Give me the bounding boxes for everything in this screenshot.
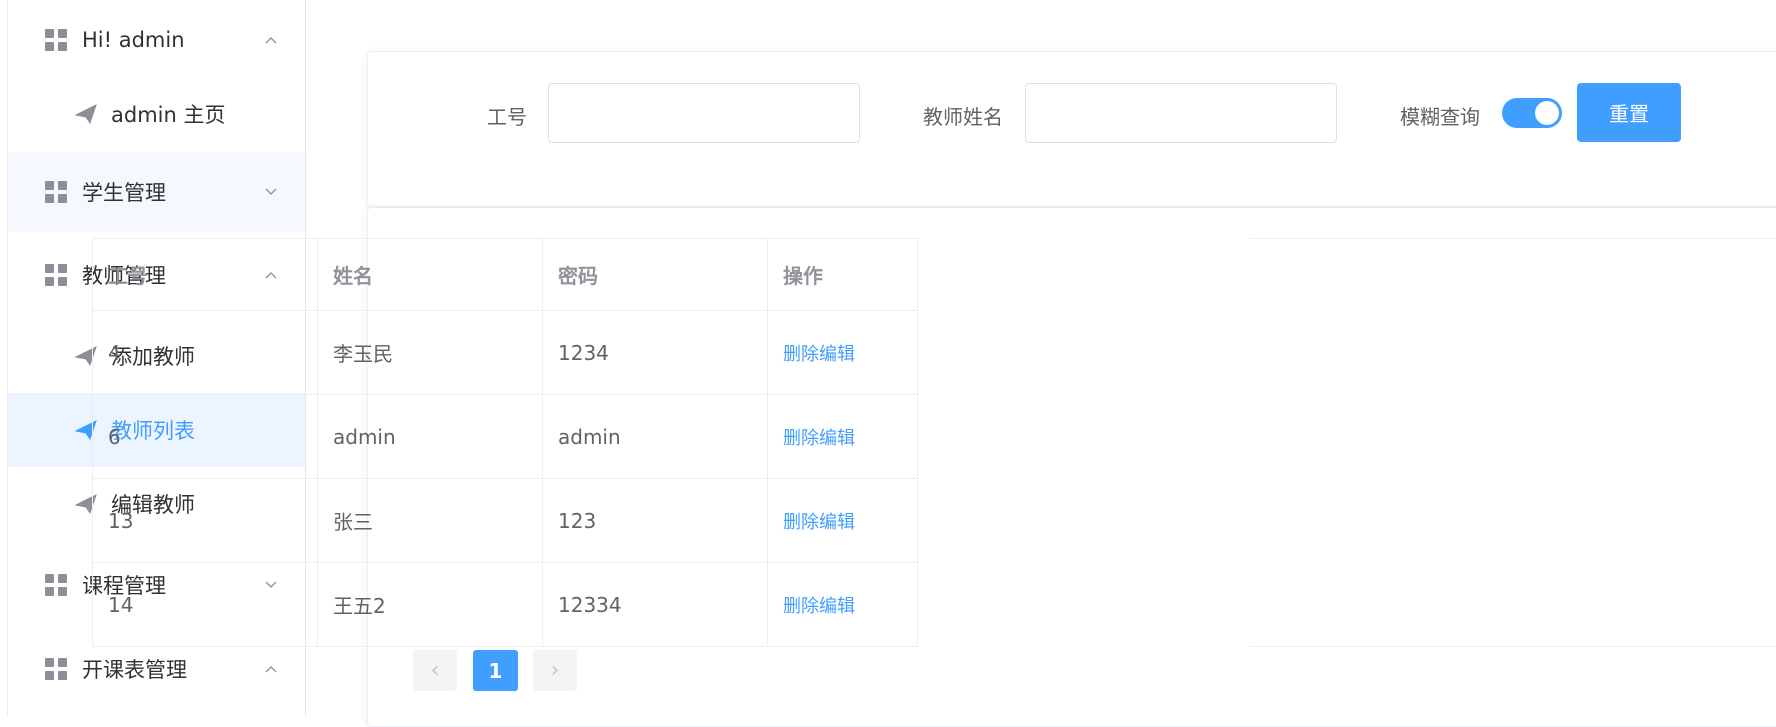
sidebar-group-label: 开课表管理 (82, 658, 187, 682)
fuzzy-search-toggle[interactable] (1502, 98, 1562, 128)
pagination-prev-button[interactable]: ‹ (413, 650, 457, 691)
paper-plane-icon (74, 104, 97, 125)
cell-name: admin (317, 394, 543, 479)
cell-id: 14 (92, 562, 318, 647)
chevron-up-icon (265, 37, 277, 44)
reset-button[interactable]: 重置 (1577, 83, 1681, 142)
table-row: 14 王五2 12334 删除编辑 (92, 562, 918, 647)
cell-actions: 删除编辑 (767, 394, 918, 479)
grid-icon (45, 264, 67, 286)
column-header-name[interactable]: 姓名 (317, 238, 543, 311)
column-header-actions: 操作 (767, 238, 918, 311)
teacher-table: 工号 姓名 密码 操作 4 李玉民 1234 删除编辑 6 admin admi… (92, 238, 918, 647)
sidebar-group-label: 学生管理 (82, 181, 166, 205)
teacher-id-label: 工号 (487, 105, 527, 129)
cell-actions: 删除编辑 (767, 310, 918, 395)
grid-icon (45, 658, 67, 680)
chevron-down-icon (265, 188, 277, 195)
cell-password: admin (542, 394, 768, 479)
cell-name: 李玉民 (317, 310, 543, 395)
delete-edit-link[interactable]: 删除编辑 (783, 344, 855, 365)
grid-icon (45, 574, 67, 596)
pagination-next-button[interactable]: › (533, 650, 577, 691)
cell-password: 1234 (542, 310, 768, 395)
cell-name: 王五2 (317, 562, 543, 647)
cell-id: 4 (92, 310, 318, 395)
teacher-name-input[interactable] (1025, 83, 1337, 143)
toggle-knob (1535, 101, 1559, 125)
fuzzy-search-label: 模糊查询 (1400, 105, 1480, 129)
teacher-name-label: 教师姓名 (923, 105, 1003, 129)
sidebar-item-label: admin 主页 (111, 103, 226, 127)
delete-edit-link[interactable]: 删除编辑 (783, 596, 855, 617)
delete-edit-link[interactable]: 删除编辑 (783, 512, 855, 533)
table-empty-area (1249, 238, 1776, 647)
table-row: 6 admin admin 删除编辑 (92, 394, 918, 479)
sidebar-group-label: Hi! admin (82, 28, 185, 52)
cell-id: 6 (92, 394, 318, 479)
chevron-up-icon (265, 666, 277, 673)
pagination-page-1[interactable]: 1 (473, 650, 518, 691)
grid-icon (45, 181, 67, 203)
grid-icon (45, 29, 67, 51)
sidebar-group-admin[interactable]: Hi! admin (8, 0, 305, 80)
table-header-row: 工号 姓名 密码 操作 (92, 238, 918, 311)
table-row: 13 张三 123 删除编辑 (92, 478, 918, 563)
delete-edit-link[interactable]: 删除编辑 (783, 428, 855, 449)
table-row: 4 李玉民 1234 删除编辑 (92, 310, 918, 395)
cell-password: 123 (542, 478, 768, 563)
sidebar-group-students[interactable]: 学生管理 (8, 152, 305, 232)
sidebar-item-admin-home[interactable]: admin 主页 (8, 77, 305, 151)
teacher-id-input[interactable] (548, 83, 860, 143)
cell-actions: 删除编辑 (767, 562, 918, 647)
sidebar-edge (0, 0, 8, 717)
cell-actions: 删除编辑 (767, 478, 918, 563)
column-header-password[interactable]: 密码 (542, 238, 768, 311)
cell-id: 13 (92, 478, 318, 563)
column-header-id[interactable]: 工号 (92, 238, 318, 311)
cell-name: 张三 (317, 478, 543, 563)
cell-password: 12334 (542, 562, 768, 647)
